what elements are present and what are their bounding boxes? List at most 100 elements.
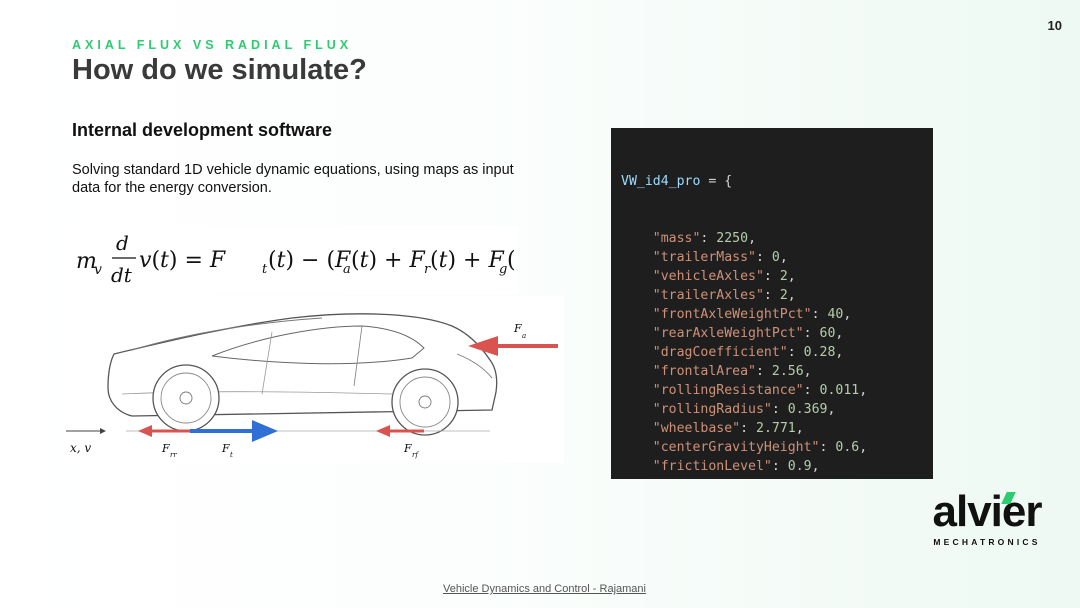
code-line: "trailerMass": 0, <box>621 248 933 267</box>
code-key: "centerGravityHeight" <box>652 440 820 455</box>
code-value: 2 <box>779 288 788 303</box>
label-ft-sub: t <box>230 451 233 459</box>
svg-text:(: ( <box>507 248 516 273</box>
code-sep: : <box>811 307 828 322</box>
code-sep: : <box>755 364 772 379</box>
code-entries: "mass": 2250, "trailerMass": 0, "vehicle… <box>621 229 933 479</box>
code-sep: : <box>819 440 836 455</box>
svg-text:dt: dt <box>111 263 133 287</box>
code-sep: : <box>763 288 780 303</box>
code-sep: : <box>780 478 796 479</box>
code-line-open: VW_id4_pro = { <box>621 172 933 191</box>
dynamics-equation: m v d dt v(t) = F t (t) − (F a (t) + F r… <box>66 226 518 294</box>
svg-text:v(t) = F: v(t) = F <box>139 248 226 273</box>
code-value: "RWD" <box>796 478 836 479</box>
code-end: , <box>859 440 868 455</box>
code-line: "frontalArea": 2.56, <box>621 362 933 381</box>
section-subtitle: Internal development software <box>72 120 333 140</box>
code-sep: : <box>787 345 804 360</box>
page-title: How do we simulate? <box>72 54 367 86</box>
label-ft: F <box>221 442 230 455</box>
code-end: , <box>835 326 844 341</box>
source-citation-link[interactable]: Vehicle Dynamics and Control - Rajamani <box>443 583 646 595</box>
code-line: "wheelbase": 2.771, <box>621 419 933 438</box>
code-open: = { <box>700 174 733 189</box>
code-line: "dragCoefficient": 0.28, <box>621 343 933 362</box>
code-var-name: VW_id4_pro <box>621 174 701 189</box>
code-sep: : <box>803 383 820 398</box>
code-line: "trailerAxles": 2, <box>621 286 933 305</box>
code-line: "vehicleAxles": 2, <box>621 267 933 286</box>
vehicle-config-code: VW_id4_pro = { "mass": 2250, "trailerMas… <box>611 128 933 479</box>
svg-text:d: d <box>116 231 129 255</box>
code-value: 40 <box>827 307 844 322</box>
code-key: "wheelbase" <box>652 421 741 436</box>
code-end: , <box>787 288 796 303</box>
svg-text:(t) + F: (t) + F <box>430 248 504 273</box>
code-value: 0.9 <box>787 459 812 474</box>
code-end: , <box>787 269 796 284</box>
code-key: "drivetrainType" <box>653 478 780 479</box>
code-value: 0.6 <box>835 440 860 455</box>
code-end: , <box>803 364 812 379</box>
body-text: Solving standard 1D vehicle dynamic equa… <box>72 162 514 196</box>
svg-text:a: a <box>343 262 351 277</box>
code-sep: : <box>763 269 780 284</box>
code-line: "drivetrainType": "RWD", <box>621 476 933 479</box>
code-key: "trailerAxles" <box>652 288 764 303</box>
code-key: "rollingResistance" <box>652 383 804 398</box>
code-end: , <box>811 459 820 474</box>
code-value: 60 <box>819 326 836 341</box>
code-key: "mass" <box>652 231 701 246</box>
code-end: , <box>795 421 804 436</box>
code-end: , <box>827 402 836 417</box>
logo-tagline: MECHATRONICS <box>933 537 1041 547</box>
code-key: "dragCoefficient" <box>652 345 788 360</box>
code-key: "frontAxleWeightPct" <box>652 307 812 322</box>
code-key: "frontalArea" <box>652 364 756 379</box>
code-key: "rearAxleWeightPct" <box>652 326 804 341</box>
code-sep: : <box>740 421 756 436</box>
code-sep: : <box>755 250 772 265</box>
code-sep: : <box>771 402 788 417</box>
code-line: "rollingResistance": 0.011, <box>621 381 933 400</box>
label-frr: F <box>161 442 170 455</box>
code-sep: : <box>771 459 788 474</box>
code-end: , <box>835 478 843 479</box>
label-frf-sub: rf <box>412 451 419 459</box>
code-line: "rearAxleWeightPct": 60, <box>621 324 933 343</box>
code-end: , <box>748 231 757 246</box>
code-end: , <box>779 250 788 265</box>
equation-graphic: m v d dt v(t) = F t (t) − (F a (t) + F r… <box>76 231 516 287</box>
axis-label-xv: x, v <box>70 441 91 455</box>
code-value: 2 <box>779 269 788 284</box>
code-value: 0.369 <box>787 402 828 417</box>
code-value: 2250 <box>716 231 749 246</box>
code-line: "mass": 2250, <box>621 229 933 248</box>
code-key: "rollingRadius" <box>652 402 772 417</box>
svg-text:(t) + F: (t) + F <box>351 248 425 273</box>
code-value: 0.28 <box>803 345 836 360</box>
company-logo: alvier MECHATRONICS <box>922 487 1052 548</box>
logo-wordmark: alvier <box>932 487 1043 536</box>
code-line: "frictionLevel": 0.9, <box>621 457 933 476</box>
code-value: 0 <box>771 250 780 265</box>
code-line: "frontAxleWeightPct": 40, <box>621 305 933 324</box>
code-line: "centerGravityHeight": 0.6, <box>621 438 933 457</box>
label-frf: F <box>403 442 412 455</box>
code-key: "vehicleAxles" <box>652 269 764 284</box>
code-value: 0.011 <box>819 383 860 398</box>
code-key: "trailerMass" <box>652 250 756 265</box>
